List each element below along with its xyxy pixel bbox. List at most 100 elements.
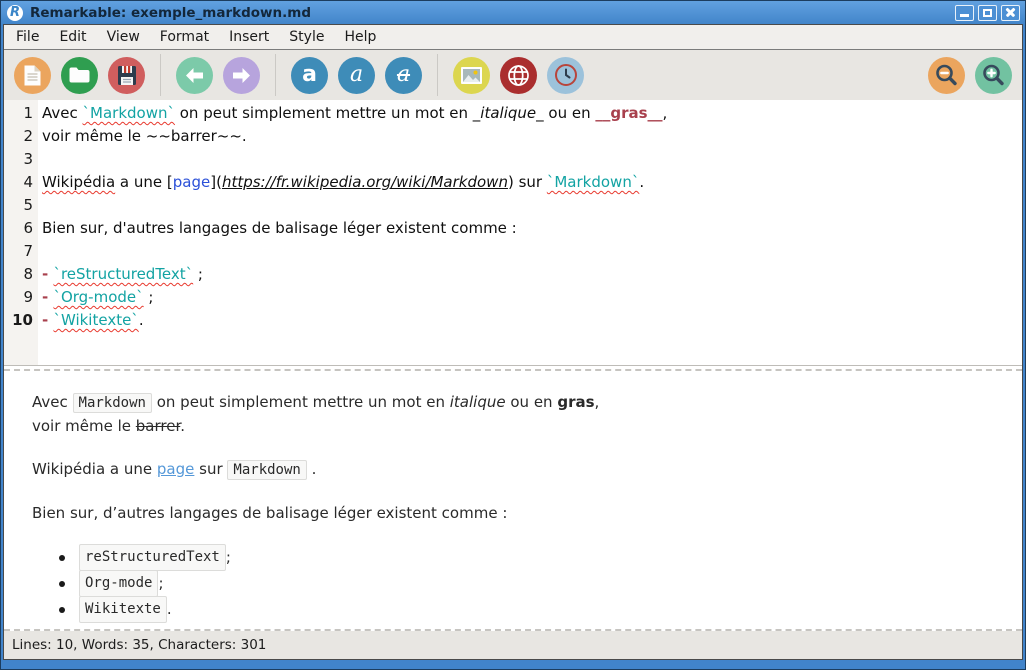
- minimize-icon: [960, 14, 969, 17]
- menu-insert[interactable]: Insert: [219, 29, 279, 45]
- menu-view[interactable]: View: [97, 29, 150, 45]
- preview-text: italique: [450, 393, 506, 411]
- zoom-out-icon: [933, 62, 960, 89]
- preview-text: barrer: [136, 417, 180, 435]
- close-button[interactable]: [1001, 5, 1020, 21]
- bold-button[interactable]: a: [291, 57, 328, 94]
- editor-line[interactable]: voir même le ~~barrer~~.: [42, 125, 1022, 148]
- editor-text-segment: __gras__: [595, 104, 662, 122]
- globe-icon: [507, 64, 530, 87]
- editor-text-area[interactable]: Avec `Markdown` on peut simplement mettr…: [38, 100, 1022, 365]
- remarkable-logo-icon: R: [7, 5, 23, 21]
- preview-text: on peut simplement mettre un mot en: [152, 393, 450, 411]
- preview-link[interactable]: page: [157, 460, 194, 478]
- line-number: 7: [4, 240, 33, 263]
- editor-line[interactable]: [42, 148, 1022, 171]
- image-icon: [460, 66, 483, 85]
- zoom-in-button[interactable]: [975, 57, 1012, 94]
- editor-text-segment: Bien sur, d'autres langages de balisage …: [42, 219, 517, 237]
- editor-text-segment: `Wikitexte`: [53, 311, 138, 329]
- editor-line[interactable]: [42, 240, 1022, 263]
- editor-text-segment: Wikipédia: [42, 173, 115, 191]
- menu-help[interactable]: Help: [334, 29, 386, 45]
- list-item: Wikitexte .: [32, 597, 1002, 622]
- app-window: R Remarkable: exemple_markdown.md FileEd…: [0, 0, 1026, 670]
- window-content: FileEditViewFormatInsertStyleHelp aaa 12…: [3, 24, 1023, 660]
- preview-line: Avec Markdown on peut simplement mettre …: [32, 391, 1002, 415]
- editor-text-segment: Avec: [42, 104, 83, 122]
- line-number: 2: [4, 125, 33, 148]
- preview-text: ;: [158, 572, 163, 595]
- line-number: 5: [4, 194, 33, 217]
- floppy-icon: [117, 65, 137, 86]
- editor-text-segment: `reStructuredText`: [53, 265, 193, 283]
- preview-line: Bien sur, d’autres langages de balisage …: [32, 502, 1002, 525]
- toolbar: aaa: [4, 50, 1022, 100]
- list-item: Org-mode ;: [32, 571, 1002, 596]
- title-bar[interactable]: R Remarkable: exemple_markdown.md: [1, 1, 1025, 24]
- menu-file[interactable]: File: [6, 29, 49, 45]
- inline-code: Org-mode: [79, 570, 158, 597]
- line-number: 6: [4, 217, 33, 240]
- clock-icon: [553, 62, 579, 88]
- insert-link-button[interactable]: [500, 57, 537, 94]
- folder-icon: [68, 66, 91, 84]
- maximize-icon: [983, 9, 992, 17]
- preview-text: gras: [557, 393, 594, 411]
- editor-text-segment: -: [42, 288, 53, 306]
- preview-list: reStructuredText ;Org-mode ;Wikitexte .: [32, 545, 1002, 622]
- editor-text-segment: `Org-mode`: [53, 288, 143, 306]
- open-file-button[interactable]: [61, 57, 98, 94]
- preview-pane: Avec Markdown on peut simplement mettre …: [4, 373, 1022, 629]
- preview-text: voir même le: [32, 417, 136, 435]
- undo-button[interactable]: [176, 57, 213, 94]
- toolbar-separator: [160, 54, 161, 96]
- editor-text-segment: _italique_: [473, 104, 544, 122]
- italic-a-icon: a: [350, 64, 363, 86]
- strikethrough-button[interactable]: a: [385, 57, 422, 94]
- editor-text-segment: ;: [193, 265, 203, 283]
- minimize-button[interactable]: [955, 5, 974, 21]
- arrow-left-icon: [185, 67, 204, 84]
- preview-line: Wikipédia a une page sur Markdown .: [32, 458, 1002, 482]
- new-file-button[interactable]: [14, 57, 51, 94]
- italic-button[interactable]: a: [338, 57, 375, 94]
- save-file-button[interactable]: [108, 57, 145, 94]
- redo-button[interactable]: [223, 57, 260, 94]
- zoom-out-button[interactable]: [928, 57, 965, 94]
- editor-line[interactable]: Avec `Markdown` on peut simplement mettr…: [42, 102, 1022, 125]
- window-controls: [955, 5, 1020, 21]
- editor-text-segment: ou en: [544, 104, 596, 122]
- menu-style[interactable]: Style: [279, 29, 334, 45]
- menu-edit[interactable]: Edit: [49, 29, 96, 45]
- editor-pane[interactable]: 12345678910 Avec `Markdown` on peut simp…: [4, 100, 1022, 365]
- insert-timestamp-button[interactable]: [547, 57, 584, 94]
- editor-text-segment: ](: [210, 173, 222, 191]
- editor-text-segment: on peut simplement mettre un mot en: [175, 104, 473, 122]
- insert-image-button[interactable]: [453, 57, 490, 94]
- menu-format[interactable]: Format: [150, 29, 219, 45]
- bullet-icon: [59, 581, 65, 587]
- editor-text-segment: .: [139, 311, 144, 329]
- zoom-in-icon: [980, 62, 1007, 89]
- toolbar-separator: [437, 54, 438, 96]
- editor-text-segment: page: [173, 173, 210, 191]
- editor-line[interactable]: [42, 194, 1022, 217]
- splitter-handle-icon: [4, 369, 1022, 371]
- editor-line[interactable]: Wikipédia a une [page](https://fr.wikipe…: [42, 171, 1022, 194]
- preview-text: .: [167, 598, 172, 621]
- document-icon: [23, 64, 42, 87]
- preview-paragraph: Bien sur, d’autres langages de balisage …: [32, 502, 1002, 525]
- inline-code: reStructuredText: [79, 544, 226, 571]
- pane-splitter[interactable]: [4, 365, 1022, 373]
- editor-text-segment: `Markdown`: [547, 173, 639, 191]
- editor-line[interactable]: Bien sur, d'autres langages de balisage …: [42, 217, 1022, 240]
- editor-text-segment: voir même le ~~barrer~~.: [42, 127, 247, 145]
- preview-text: ou en: [506, 393, 558, 411]
- preview-paragraph: Wikipédia a une page sur Markdown .: [32, 458, 1002, 482]
- maximize-button[interactable]: [978, 5, 997, 21]
- editor-line[interactable]: - `Org-mode` ;: [42, 286, 1022, 309]
- line-number: 1: [4, 102, 33, 125]
- editor-line[interactable]: - `Wikitexte`.: [42, 309, 1022, 332]
- editor-line[interactable]: - `reStructuredText` ;: [42, 263, 1022, 286]
